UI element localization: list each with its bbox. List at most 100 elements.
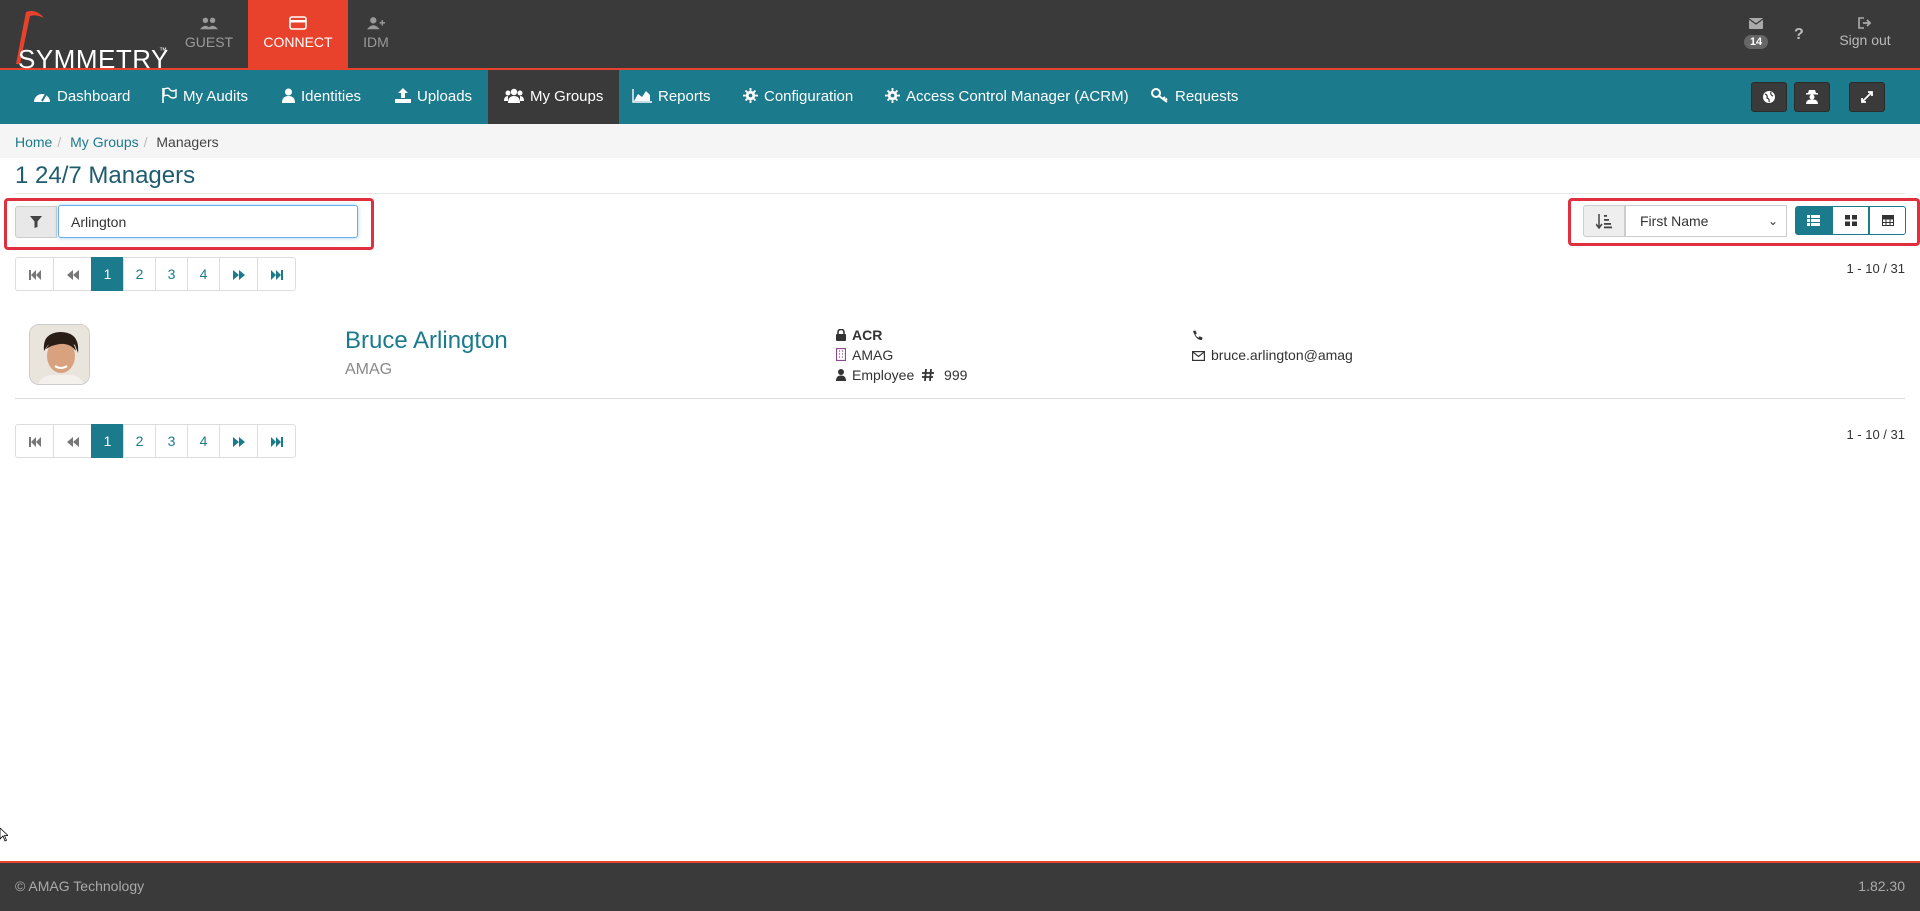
previous-page-button[interactable] (53, 424, 92, 458)
symmetry-logo[interactable]: SYMMETRY ™ (6, 6, 168, 74)
gear-icon (885, 88, 900, 103)
breadcrumb-current: Managers (156, 134, 219, 150)
sort-field-select[interactable]: First Name ⌄ (1625, 205, 1787, 237)
breadcrumb-my-groups[interactable]: My Groups (70, 134, 138, 150)
step-forward-icon (270, 270, 283, 280)
phone (1192, 327, 1209, 343)
filter-input[interactable] (58, 205, 358, 238)
filter-button[interactable] (15, 206, 57, 238)
next-page-button[interactable] (219, 257, 258, 291)
sort-field-value: First Name (1640, 213, 1709, 229)
user-secret-icon (1806, 90, 1818, 104)
next-page-button[interactable] (219, 424, 258, 458)
backward-icon (66, 437, 79, 447)
key-icon (1151, 88, 1168, 103)
step-forward-icon (270, 437, 283, 447)
globe-icon (1763, 91, 1775, 103)
forward-icon (232, 437, 245, 447)
nav-reports-label: Reports (658, 88, 711, 105)
person-organization: AMAG (345, 361, 393, 378)
app-version: 1.82.30 (1858, 878, 1905, 894)
employee-number-value: 999 (944, 367, 968, 383)
page-button[interactable]: 4 (187, 257, 220, 291)
pagination-top: 1 2 3 4 (15, 257, 296, 291)
fullscreen-button[interactable] (1849, 82, 1885, 112)
nav-requests[interactable]: Requests (1151, 70, 1238, 124)
first-page-button[interactable] (15, 424, 54, 458)
employee-label: Employee (852, 367, 915, 383)
pagination-bottom: 1 2 3 4 (15, 424, 296, 458)
app-idm[interactable]: IDM (326, 0, 426, 70)
card-icon (289, 16, 307, 30)
users-icon (200, 17, 218, 30)
nav-reports[interactable]: Reports (632, 70, 711, 124)
language-button[interactable] (1751, 82, 1787, 112)
flag-icon (162, 87, 177, 103)
email-value[interactable]: bruce.arlington@amag (1211, 347, 1353, 363)
page-button[interactable]: 4 (187, 424, 220, 458)
table-view-button[interactable] (1869, 206, 1906, 235)
user-icon (836, 369, 846, 381)
nav-dashboard-label: Dashboard (57, 88, 131, 105)
sort-amount-icon (1596, 214, 1612, 229)
nav-configuration[interactable]: Configuration (743, 70, 853, 124)
hashtag-icon (922, 368, 935, 382)
email[interactable]: bruce.arlington@amag (1192, 347, 1353, 363)
nav-my-audits[interactable]: My Audits (161, 70, 248, 124)
nav-acrm[interactable]: Access Control Manager (ACRM) (885, 70, 1129, 124)
nav-dashboard[interactable]: Dashboard (33, 70, 130, 124)
envelope-icon (1192, 351, 1206, 362)
person-name[interactable]: Bruce Arlington (345, 327, 508, 355)
app-idm-label: IDM (363, 34, 389, 50)
app-guest[interactable]: GUEST (159, 0, 259, 70)
messages-count-badge: 14 (1743, 35, 1769, 49)
messages-button[interactable]: 14 (1741, 16, 1771, 49)
last-page-button[interactable] (257, 257, 296, 291)
backward-icon (66, 270, 79, 280)
sort-direction-button[interactable] (1583, 205, 1625, 237)
step-backward-icon (28, 270, 41, 280)
step-backward-icon (28, 437, 41, 447)
breadcrumb-separator: / (143, 134, 148, 150)
help-button[interactable]: ? (1794, 26, 1804, 44)
page-button[interactable]: 2 (123, 424, 156, 458)
page-button[interactable]: 3 (155, 257, 188, 291)
nav-requests-label: Requests (1175, 88, 1239, 105)
upload-icon (395, 88, 411, 103)
breadcrumb-home[interactable]: Home (15, 134, 52, 150)
lock-icon (836, 328, 846, 341)
privacy-button[interactable] (1794, 82, 1830, 112)
page-button[interactable]: 1 (91, 257, 124, 291)
employee-number: Employee 999 (836, 367, 967, 383)
list-view-button[interactable] (1795, 206, 1832, 235)
avatar[interactable] (29, 324, 90, 385)
nav-my-groups[interactable]: My Groups (488, 70, 620, 124)
nav-acrm-label: Access Control Manager (ACRM) (906, 88, 1129, 105)
page-button[interactable]: 3 (155, 424, 188, 458)
person-photo-icon (30, 325, 89, 384)
building-icon (835, 347, 847, 362)
company-value: AMAG (852, 347, 894, 363)
access-level-value: ACR (852, 327, 883, 343)
sign-out-button[interactable]: Sign out (1834, 16, 1896, 48)
nav-uploads[interactable]: Uploads (395, 70, 472, 124)
forward-icon (232, 270, 245, 280)
last-page-button[interactable] (257, 424, 296, 458)
company: AMAG (835, 347, 894, 363)
nav-configuration-label: Configuration (764, 88, 854, 105)
page-button[interactable]: 2 (123, 257, 156, 291)
expand-icon (1861, 91, 1873, 103)
sign-out-icon (1858, 17, 1872, 29)
main-nav: Dashboard My Audits Identities Uploads M… (0, 70, 1920, 124)
footer: © AMAG Technology 1.82.30 (0, 861, 1920, 911)
first-page-button[interactable] (15, 257, 54, 291)
chevron-down-icon: ⌄ (1767, 214, 1778, 228)
page-button[interactable]: 1 (91, 424, 124, 458)
nav-identities[interactable]: Identities (282, 70, 361, 124)
group-icon (504, 88, 524, 103)
user-plus-icon (367, 17, 385, 30)
filter-icon (30, 216, 42, 228)
record-divider (15, 398, 1905, 399)
tile-view-button[interactable] (1832, 206, 1869, 235)
previous-page-button[interactable] (53, 257, 92, 291)
